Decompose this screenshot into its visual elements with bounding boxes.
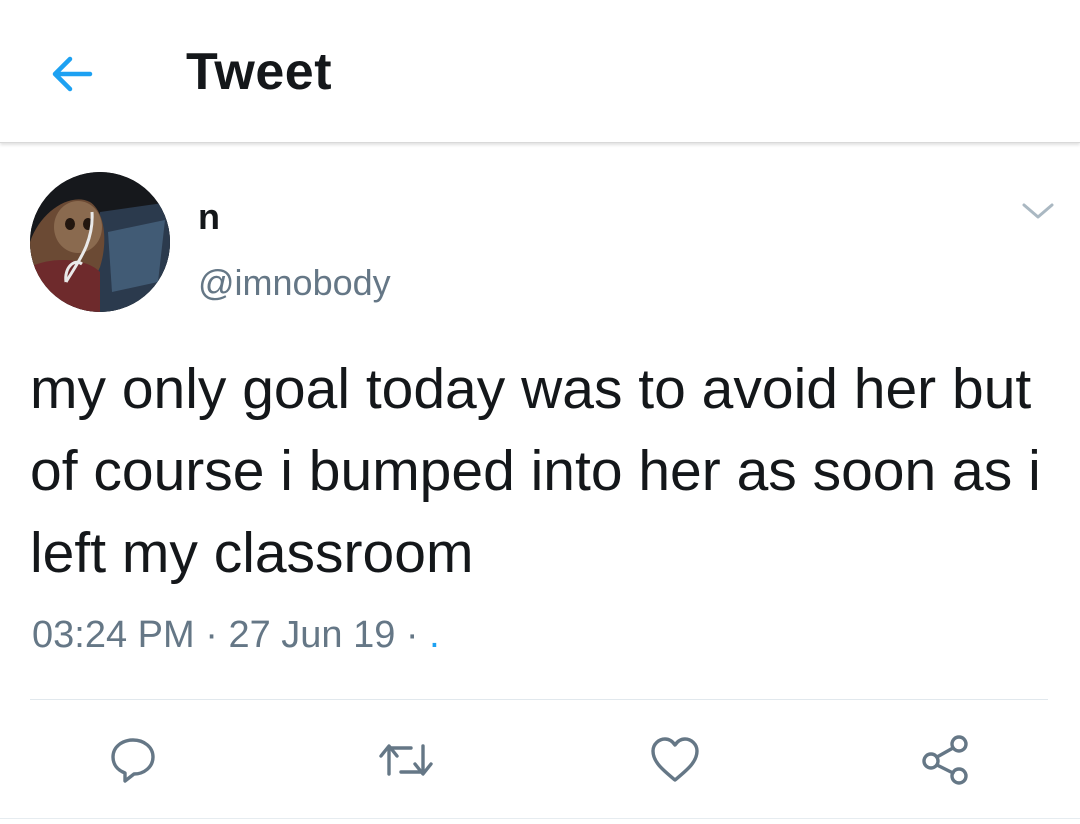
meta-separator: · [205, 614, 218, 656]
tweet-text: my only goal today was to avoid her but … [30, 357, 1041, 585]
page-title: Tweet [186, 43, 333, 101]
chevron-down-icon [1022, 203, 1054, 219]
tweet-menu-button[interactable] [1018, 196, 1058, 226]
tweet-detail-screen: Tweet n @imnobody my only goal today was… [0, 0, 1080, 824]
top-app-bar: Tweet [0, 0, 1080, 143]
share-icon [922, 735, 968, 785]
retweet-button[interactable] [376, 730, 436, 790]
like-button[interactable] [645, 730, 705, 790]
retweet-icon [379, 744, 433, 776]
tweet-time: 03:24 PM [32, 614, 195, 656]
avatar-image [30, 172, 170, 312]
tweet-date: 27 Jun 19 [228, 614, 396, 656]
share-button[interactable] [915, 730, 975, 790]
tweet-source[interactable]: . [429, 614, 440, 656]
divider [30, 699, 1048, 700]
tweet-metadata: 03:24 PM · 27 Jun 19 · . [32, 614, 440, 657]
bottom-divider [0, 818, 1080, 819]
heart-icon [651, 737, 699, 782]
meta-separator: · [405, 614, 419, 656]
reply-icon [111, 738, 155, 783]
author-display-name[interactable]: n [198, 196, 220, 238]
back-button[interactable] [44, 46, 100, 102]
author-handle[interactable]: @imnobody [198, 262, 391, 304]
arrow-left-icon [52, 56, 93, 92]
reply-button[interactable] [103, 730, 163, 790]
avatar[interactable] [30, 172, 170, 312]
